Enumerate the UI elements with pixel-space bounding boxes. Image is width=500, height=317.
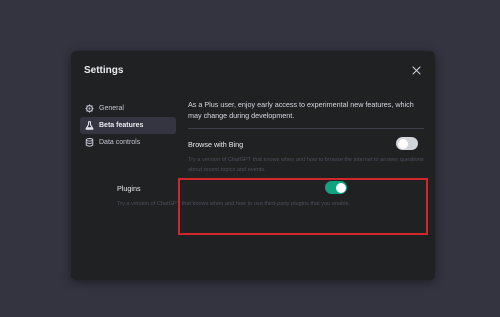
flask-icon	[85, 121, 94, 130]
settings-dialog: Settings General Beta features Data cont…	[71, 51, 435, 280]
plugins-label: Plugins	[117, 184, 141, 193]
dialog-title: Settings	[84, 65, 124, 76]
sidebar-item-label: General	[99, 105, 124, 112]
divider	[188, 128, 424, 129]
database-icon	[85, 138, 94, 147]
close-button[interactable]	[412, 66, 421, 75]
gear-icon	[85, 104, 94, 113]
toggle-knob	[397, 138, 408, 149]
sidebar-item-label: Beta features	[99, 122, 144, 129]
sidebar-item-beta-features[interactable]: Beta features	[80, 117, 176, 134]
sidebar-item-label: Data controls	[99, 139, 141, 146]
browse-with-bing-toggle[interactable]	[396, 137, 418, 150]
sidebar-item-data-controls[interactable]: Data controls	[80, 134, 176, 151]
close-icon	[412, 66, 421, 75]
browse-with-bing-description: Try a version of ChatGPT that knows when…	[188, 157, 424, 173]
settings-sidebar: General Beta features Data controls	[80, 100, 176, 151]
beta-intro-text: As a Plus user, enjoy early access to ex…	[188, 100, 414, 120]
browse-with-bing-label: Browse with Bing	[188, 140, 244, 149]
browse-with-bing-row: Browse with Bing	[188, 137, 424, 151]
highlight-box	[178, 178, 428, 235]
sidebar-item-general[interactable]: General	[80, 100, 176, 117]
beta-features-panel: As a Plus user, enjoy early access to ex…	[188, 99, 424, 175]
